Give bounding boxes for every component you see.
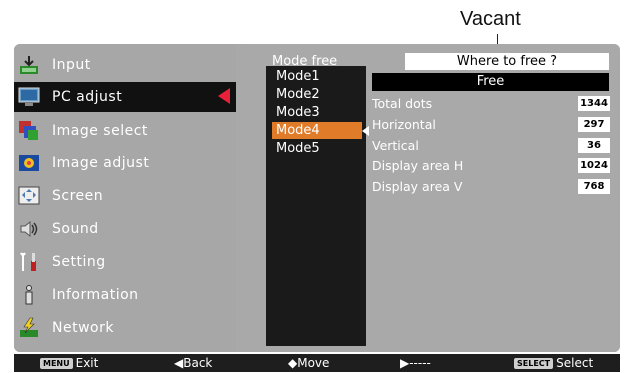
back-label: ◀Back	[174, 356, 213, 370]
menu-item-label: Input	[52, 57, 91, 73]
param-label: Vertical	[372, 138, 419, 153]
mode-item-label: Mode4	[276, 123, 320, 138]
menu-item-information[interactable]: Information	[14, 280, 236, 310]
param-row-display-area-h: Display area H 1024	[372, 158, 610, 174]
param-label: Display area V	[372, 179, 463, 194]
image-select-icon	[18, 120, 40, 142]
back-hint: ◀Back	[174, 354, 212, 372]
param-row-display-area-v: Display area V 768	[372, 179, 610, 195]
select-key-icon: SELECT	[514, 357, 554, 369]
menu-item-network[interactable]: Network	[14, 313, 236, 343]
pc-adjust-icon	[18, 86, 40, 108]
sound-icon	[18, 218, 40, 240]
menu-item-pc-adjust[interactable]: PC adjust	[14, 82, 236, 112]
param-row-total-dots: Total dots 1344	[372, 96, 610, 112]
param-value: 1344	[578, 96, 610, 111]
exit-hint: MENU Exit	[40, 354, 98, 372]
guide-bar: MENU Exit ◀Back ◆Move ▶----- SELECT Sele…	[14, 354, 620, 372]
menu-item-label: Sound	[52, 221, 99, 237]
select-hint: SELECT Select	[514, 354, 593, 372]
where-to-free-prompt: Where to free ?	[405, 53, 609, 70]
move-hint: ◆Move	[288, 354, 329, 372]
menu-item-label: Image adjust	[52, 155, 150, 171]
vacant-callout-label: Vacant	[460, 8, 521, 30]
image-adjust-icon	[18, 152, 40, 174]
param-value: 36	[578, 138, 610, 153]
next-label: ▶-----	[400, 356, 431, 370]
next-hint: ▶-----	[400, 354, 431, 372]
mode-item-selected[interactable]: Mode4	[272, 122, 369, 139]
information-icon	[18, 284, 40, 306]
menu-item-label: Network	[52, 320, 114, 336]
menu-item-image-adjust[interactable]: Image adjust	[14, 148, 236, 178]
menu-key-icon: MENU	[40, 357, 73, 369]
free-option[interactable]: Free	[372, 73, 609, 91]
setting-icon	[18, 251, 40, 273]
mode-item[interactable]: Mode1	[272, 68, 362, 85]
param-value: 1024	[578, 158, 610, 173]
param-value: 297	[578, 117, 610, 132]
param-row-vertical: Vertical 36	[372, 138, 610, 154]
move-label: ◆Move	[288, 356, 330, 370]
select-label: Select	[556, 356, 594, 370]
param-row-horizontal: Horizontal 297	[372, 117, 610, 133]
param-label: Total dots	[372, 96, 433, 111]
mode-item[interactable]: Mode2	[272, 86, 362, 103]
menu-item-image-select[interactable]: Image select	[14, 116, 236, 146]
menu-item-sound[interactable]: Sound	[14, 214, 236, 244]
mode-item[interactable]: Mode5	[272, 140, 362, 157]
menu-item-label: Screen	[52, 188, 104, 204]
param-label: Horizontal	[372, 117, 436, 132]
menu-item-label: PC adjust	[52, 89, 123, 105]
menu-item-setting[interactable]: Setting	[14, 247, 236, 277]
param-value: 768	[578, 179, 610, 194]
mode-select-arrow-icon	[362, 126, 369, 136]
mode-item[interactable]: Mode3	[272, 104, 362, 121]
menu-item-screen[interactable]: Screen	[14, 181, 236, 211]
menu-item-label: Information	[52, 287, 139, 303]
menu-item-label: Setting	[52, 254, 106, 270]
active-arrow-icon	[218, 88, 230, 104]
input-icon	[18, 54, 40, 76]
menu-item-input[interactable]: Input	[14, 50, 236, 80]
network-icon	[18, 317, 40, 339]
param-label: Display area H	[372, 158, 464, 173]
exit-label: Exit	[75, 356, 99, 370]
screen-icon	[18, 185, 40, 207]
mode-list: Mode1 Mode2 Mode3 Mode4 Mode5	[266, 66, 369, 346]
menu-item-label: Image select	[52, 123, 148, 139]
